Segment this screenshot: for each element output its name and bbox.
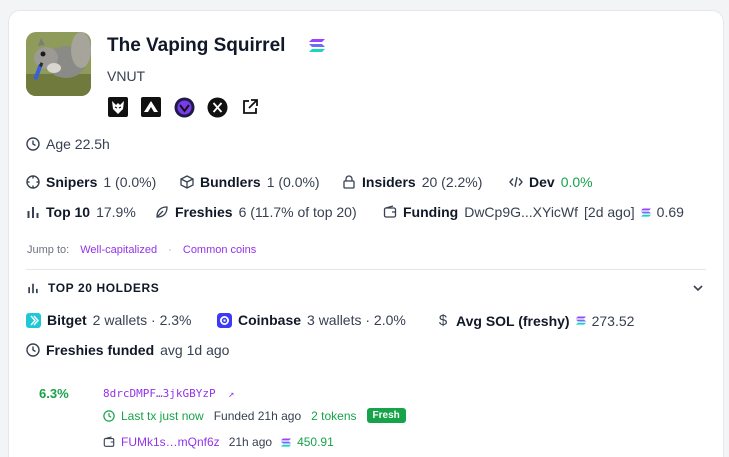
coinbase-icon [217, 312, 232, 328]
avg-sol-value: 273.52 [591, 312, 635, 329]
avg-sol-label: Avg SOL (freshy) [456, 312, 570, 329]
lock-icon [343, 175, 355, 189]
bundlers-label: Bundlers [200, 174, 261, 190]
wolf-icon[interactable] [107, 96, 129, 118]
leaf-icon [156, 206, 168, 218]
holder-funder-row: FUMk1s…mQnf6z 21h ago 450.91 [103, 435, 334, 449]
age-text: Age 22.5h [46, 136, 110, 152]
jump-label: Jump to: [27, 244, 70, 256]
bundlers-value: 1 (0.0%) [266, 174, 320, 190]
funding-age: [2d ago] [584, 204, 635, 220]
clock-icon [26, 343, 40, 357]
insiders-label: Insiders [362, 174, 416, 190]
freshies-funded-value: avg 1d ago [160, 342, 230, 358]
jump-link-well-capitalized[interactable]: Well-capitalized [80, 244, 157, 256]
holder-address-text[interactable]: 8drcDMPF…3jkGBYzP [103, 387, 216, 400]
freshies-label: Freshies [175, 204, 233, 220]
top10-value: 17.9% [96, 204, 136, 220]
insiders-stat: Insiders 20 (2.2%) [342, 174, 482, 190]
bitget-value: 2 wallets · 2.3% [92, 312, 192, 328]
external-link-icon[interactable] [239, 96, 261, 118]
divider [26, 269, 706, 270]
pump-icon[interactable] [140, 96, 162, 118]
jump-link-common-coins[interactable]: Common coins [183, 244, 256, 256]
dev-value: 0.0% [560, 174, 593, 190]
funder-age: 21h ago [228, 435, 273, 449]
external-link-icon[interactable]: ↗ [228, 389, 234, 400]
clock-icon [103, 409, 115, 422]
solana-icon [575, 316, 586, 325]
freshies-funded-label: Freshies funded [46, 342, 155, 358]
solana-icon [309, 39, 325, 57]
solana-icon [281, 437, 292, 447]
dollar-icon: $ [438, 312, 448, 329]
bar-chart-icon [28, 283, 38, 294]
freshies-stat: Freshies 6 (11.7% of top 20) [155, 204, 357, 220]
shield-icon[interactable] [173, 96, 195, 118]
jump-to-bar: Jump to: Well-capitalized · Common coins [27, 244, 256, 256]
age-row: Age 22.5h [26, 136, 110, 152]
chevron-down-icon[interactable] [692, 281, 704, 299]
snipers-stat: Snipers 1 (0.0%) [26, 174, 156, 190]
token-card: The Vaping Squirrel VNUT Age 22.5h Snipe… [8, 10, 724, 457]
code-icon [509, 176, 523, 188]
token-name: The Vaping Squirrel [107, 35, 286, 56]
avg-sol-stat: $ Avg SOL (freshy) 273.52 [436, 312, 635, 329]
freshies-value: 6 (11.7% of top 20) [238, 204, 357, 220]
token-avatar [26, 32, 91, 96]
bundlers-stat: Bundlers 1 (0.0%) [180, 174, 320, 190]
top10-label: Top 10 [46, 204, 91, 220]
solana-icon [640, 207, 651, 217]
top-holders-header[interactable]: TOP 20 HOLDERS [27, 281, 159, 295]
funder-sol: 450.91 [297, 435, 334, 449]
holder-percent: 6.3% [39, 386, 69, 401]
holder-activity-row: Last tx just now Funded 21h ago 2 tokens… [103, 408, 406, 423]
bitget-label: Bitget [47, 312, 87, 328]
social-links [107, 96, 261, 118]
bitget-stat: Bitget 2 wallets · 2.3% [26, 312, 192, 328]
coinbase-value: 3 wallets · 2.0% [307, 312, 406, 328]
jump-separator: · [168, 244, 172, 256]
coinbase-label: Coinbase [238, 312, 302, 328]
fresh-badge: Fresh [366, 408, 406, 423]
section-title: TOP 20 HOLDERS [48, 281, 160, 295]
funding-sol: 0.69 [656, 204, 684, 220]
insiders-value: 20 (2.2%) [421, 174, 483, 190]
last-tx: Last tx just now [121, 408, 204, 423]
dev-label: Dev [529, 174, 555, 190]
bar-chart-icon [27, 207, 39, 218]
dev-stat: Dev 0.0% [509, 174, 593, 190]
funded-time: Funded 21h ago [213, 408, 302, 423]
bitget-icon [26, 312, 41, 328]
funding-address[interactable]: DwCp9G...XYicWf [464, 204, 578, 220]
snipers-value: 1 (0.0%) [103, 174, 157, 190]
coinbase-stat: Coinbase 3 wallets · 2.0% [217, 312, 406, 328]
wallet-icon [103, 436, 115, 447]
token-ticker: VNUT [107, 68, 146, 84]
funder-address[interactable]: FUMk1s…mQnf6z [121, 435, 220, 449]
snipers-label: Snipers [46, 174, 98, 190]
clock-icon [26, 137, 40, 151]
top10-stat: Top 10 17.9% [26, 204, 136, 220]
wallet-icon [383, 205, 397, 218]
freshies-funded-row: Freshies funded avg 1d ago [26, 342, 229, 358]
box-icon [180, 175, 194, 189]
token-count: 2 tokens [311, 408, 357, 423]
x-icon[interactable] [206, 96, 228, 118]
crosshair-icon [26, 175, 40, 189]
holder-address[interactable]: 8drcDMPF…3jkGBYzP ↗ [103, 387, 234, 400]
funding-label: Funding [403, 204, 459, 220]
funding-stat: Funding DwCp9G...XYicWf [2d ago] 0.69 [383, 204, 684, 220]
